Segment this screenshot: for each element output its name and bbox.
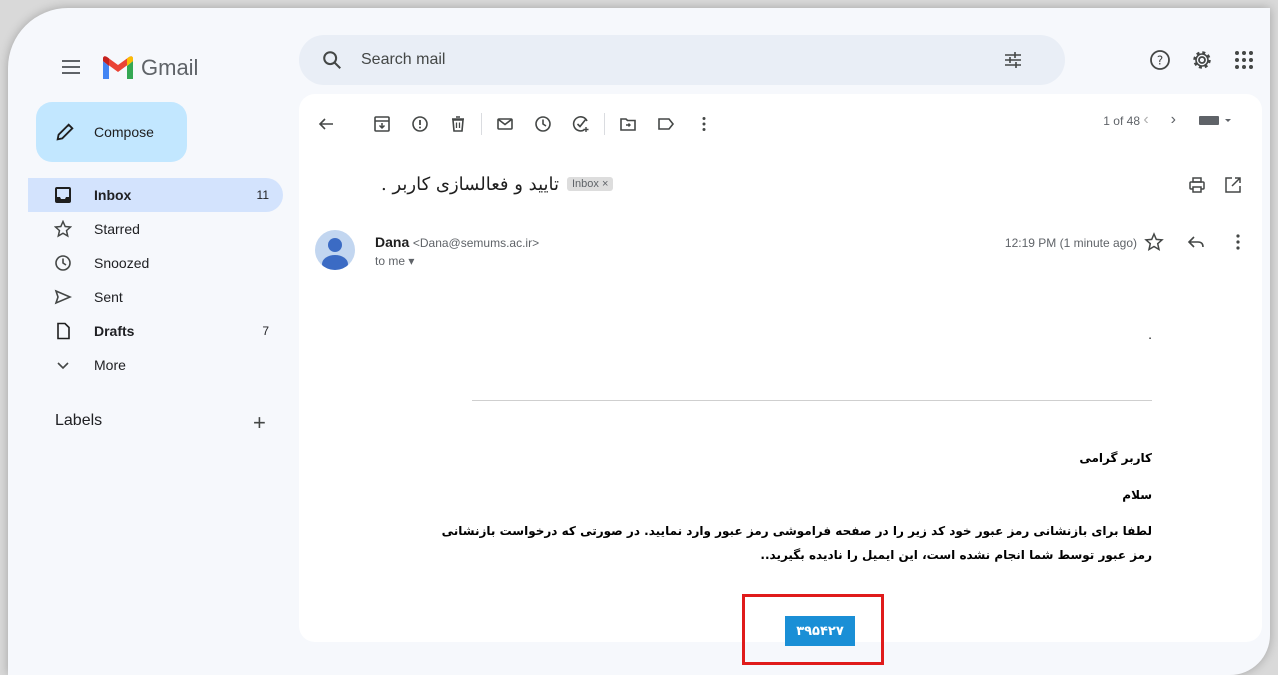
chevron-down-icon <box>57 362 69 370</box>
email-subject: تایید و فعالسازی کاربر . <box>381 174 559 195</box>
body-greeting: کاربر گرامی <box>1079 451 1152 465</box>
keyboard-input-icon[interactable] <box>1198 113 1234 127</box>
unread-count: 11 <box>256 188 269 202</box>
message-pane: 1 of 48 ‹ › تایید و فعالسازی کاربر . Inb… <box>299 94 1262 665</box>
sender-avatar[interactable] <box>315 230 355 270</box>
toolbar-divider <box>481 113 482 135</box>
gmail-window: Gmail Search mail ? Compose Inbox 11 Sta… <box>8 8 1270 675</box>
star-icon <box>54 220 72 238</box>
sidebar-item-label: Sent <box>94 289 123 305</box>
older-chevron-left-icon[interactable]: ‹ <box>1143 111 1148 129</box>
draft-icon <box>57 322 70 340</box>
open-in-new-window-icon[interactable] <box>1224 176 1242 194</box>
sidebar-item-label: Drafts <box>94 323 135 339</box>
print-icon[interactable] <box>1188 176 1206 194</box>
move-to-folder-icon[interactable] <box>619 115 637 133</box>
delete-trash-icon[interactable] <box>449 115 467 133</box>
pagination-count: 1 of 48 <box>1103 114 1140 128</box>
pencil-icon <box>56 123 74 141</box>
app-name: Gmail <box>141 55 199 80</box>
add-label-button[interactable]: + <box>253 410 266 436</box>
search-icon[interactable] <box>321 49 343 71</box>
body-divider <box>472 400 1152 401</box>
snooze-clock-icon[interactable] <box>534 115 552 133</box>
main-menu-icon[interactable] <box>62 60 80 74</box>
clock-icon <box>55 255 71 271</box>
reply-arrow-icon[interactable] <box>1186 232 1206 252</box>
sender-name[interactable]: Dana <box>375 234 409 250</box>
compose-button[interactable]: Compose <box>36 102 187 162</box>
sender-line: Dana <Dana@semums.ac.ir> <box>375 234 539 250</box>
email-timestamp: 12:19 PM (1 minute ago) <box>1004 236 1137 250</box>
pagination-nav: ‹ › <box>1143 111 1234 129</box>
search-input[interactable]: Search mail <box>361 51 445 69</box>
svg-text:?: ? <box>1157 54 1163 68</box>
body-salam: سلام <box>1122 488 1152 502</box>
more-vertical-icon[interactable] <box>1228 232 1248 252</box>
toolbar-divider <box>604 113 605 135</box>
sidebar-item-label: Snoozed <box>94 255 150 271</box>
newer-chevron-right-icon[interactable]: › <box>1171 111 1176 129</box>
back-arrow-icon[interactable] <box>317 115 335 133</box>
inbox-label-tag[interactable]: Inbox × <box>567 177 614 191</box>
sidebar-item-label: Starred <box>94 221 140 237</box>
help-icon[interactable]: ? <box>1148 48 1172 72</box>
top-right-actions: ? <box>1148 48 1256 72</box>
inbox-icon <box>55 187 71 203</box>
code-highlight-box: ۳۹۵۴۲۷ <box>742 594 884 665</box>
compose-label: Compose <box>94 124 154 140</box>
sidebar-item-more[interactable]: More <box>28 348 283 382</box>
sidebar-item-sent[interactable]: Sent <box>28 280 283 314</box>
verification-code: ۳۹۵۴۲۷ <box>785 616 855 646</box>
subject-row: تایید و فعالسازی کاربر . Inbox × <box>369 174 1242 204</box>
add-task-icon[interactable] <box>572 115 590 133</box>
more-options-icon[interactable] <box>695 115 713 133</box>
mark-unread-icon[interactable] <box>496 115 514 133</box>
sidebar-item-label: Inbox <box>94 187 132 203</box>
draft-count: 7 <box>262 324 269 338</box>
gmail-m-icon <box>103 56 133 79</box>
sidebar-item-starred[interactable]: Starred <box>28 212 283 246</box>
sidebar-item-inbox[interactable]: Inbox 11 <box>28 178 283 212</box>
sidebar-item-snoozed[interactable]: Snoozed <box>28 246 283 280</box>
recipient-details-toggle[interactable]: to me ▾ <box>375 254 414 268</box>
label-icon[interactable] <box>657 115 675 133</box>
sidebar-item-label: More <box>94 357 126 373</box>
apps-grid-icon[interactable] <box>1232 48 1256 72</box>
report-spam-icon[interactable] <box>411 115 429 133</box>
message-toolbar <box>317 112 713 136</box>
send-icon <box>54 289 72 305</box>
body-line-2: رمز عبور توسط شما انجام نشده است، این ای… <box>760 548 1152 562</box>
body-dot: . <box>1148 326 1152 342</box>
search-options-icon[interactable] <box>1003 50 1023 70</box>
labels-heading: Labels <box>55 412 103 429</box>
gmail-logo[interactable]: Gmail <box>101 55 198 81</box>
sidebar-item-drafts[interactable]: Drafts 7 <box>28 314 283 348</box>
message-actions <box>1144 232 1248 252</box>
archive-icon[interactable] <box>373 115 391 133</box>
body-line-1: لطفا برای بازنشانی رمز عبور خود کد زیر ر… <box>441 524 1152 538</box>
sender-address: <Dana@semums.ac.ir> <box>412 236 540 250</box>
user-avatar-icon <box>322 238 348 270</box>
star-icon[interactable] <box>1144 232 1164 252</box>
sidebar-nav: Inbox 11 Starred Snoozed Sent Drafts 7 M… <box>28 178 283 382</box>
settings-gear-icon[interactable] <box>1190 48 1214 72</box>
subject-actions <box>1188 176 1242 194</box>
search-bar[interactable]: Search mail <box>299 35 1065 85</box>
